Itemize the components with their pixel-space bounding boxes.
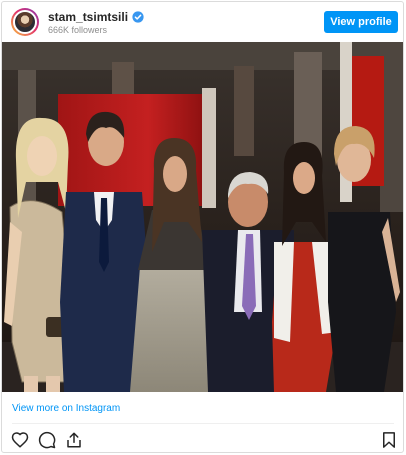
post-header: stam_tsimtsili 666K followers View profi… [2, 2, 403, 42]
comment-icon[interactable] [38, 431, 56, 449]
post-photo-image [2, 42, 403, 392]
avatar-image [13, 10, 37, 34]
username[interactable]: stam_tsimtsili [48, 10, 128, 24]
share-icon[interactable] [65, 431, 83, 449]
post-photo[interactable] [2, 42, 403, 392]
divider [12, 423, 394, 424]
verified-badge-icon [132, 11, 144, 23]
view-more-on-instagram-link[interactable]: View more on Instagram [12, 403, 120, 414]
instagram-embed-card: stam_tsimtsili 666K followers View profi… [1, 1, 404, 453]
follower-count: 666K followers [48, 25, 108, 35]
post-actions [2, 431, 403, 451]
profile-avatar[interactable] [11, 8, 39, 36]
bookmark-icon[interactable] [380, 431, 398, 449]
username-row[interactable]: stam_tsimtsili [48, 10, 144, 24]
heart-icon[interactable] [11, 431, 29, 449]
view-profile-button[interactable]: View profile [324, 11, 398, 33]
